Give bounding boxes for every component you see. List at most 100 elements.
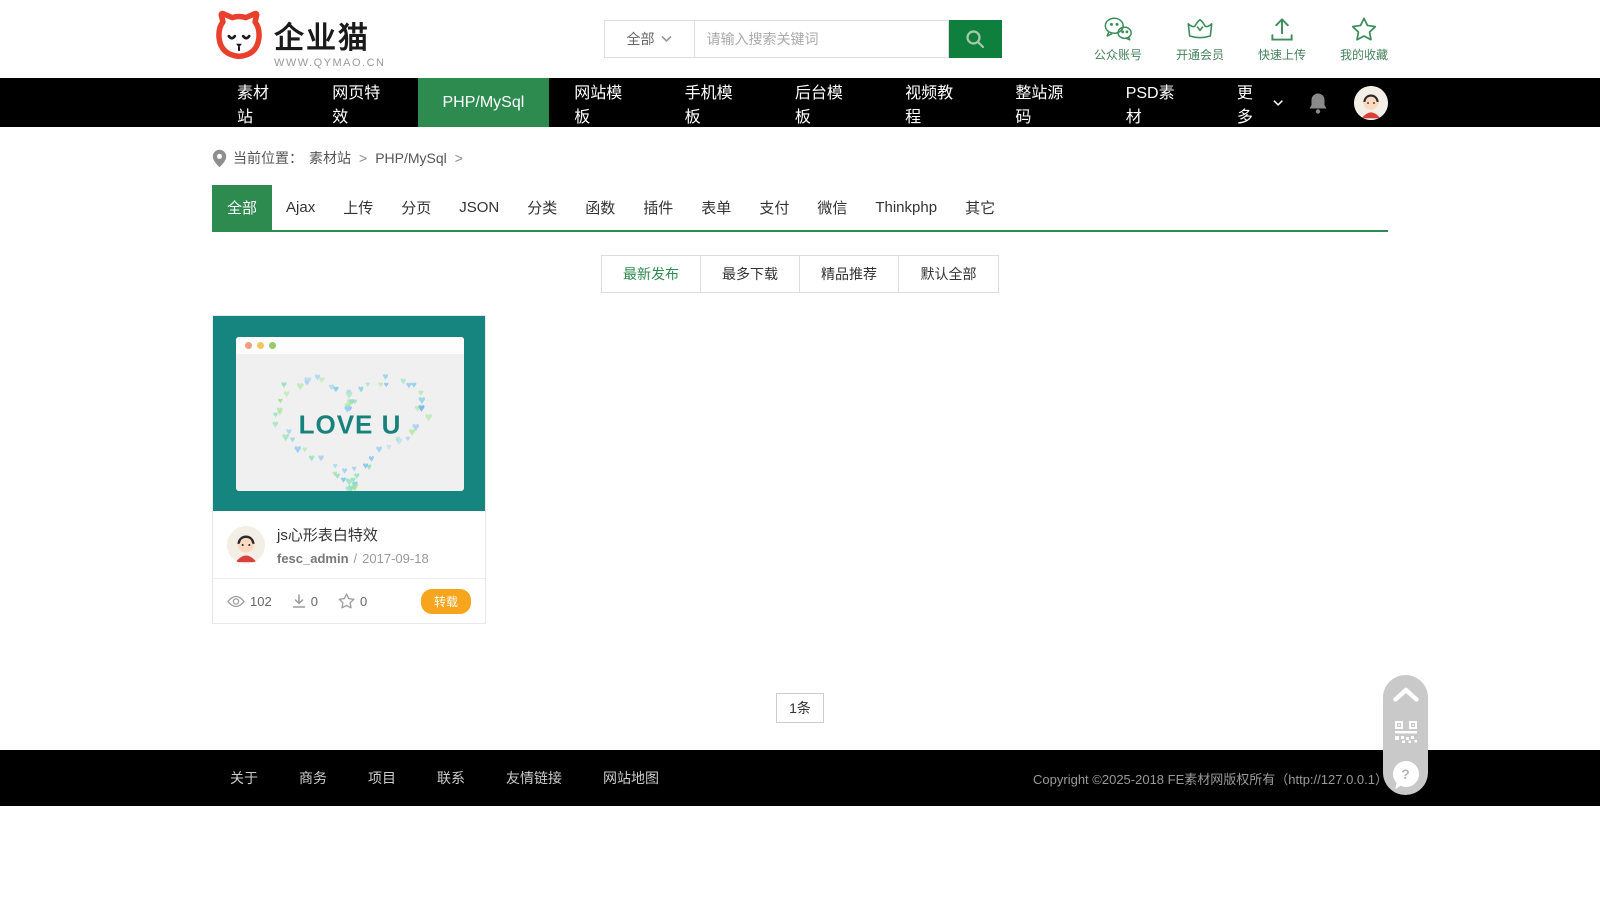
search-bar: 全部 xyxy=(604,20,1002,58)
sort-newest-button[interactable]: 最新发布 xyxy=(602,256,701,292)
search-category-select[interactable]: 全部 xyxy=(604,20,694,58)
tab-ajax[interactable]: Ajax xyxy=(272,185,329,230)
floating-toolbar: ? xyxy=(1383,675,1428,795)
search-category-value: 全部 xyxy=(627,29,655,49)
tab-paging[interactable]: 分页 xyxy=(387,185,445,230)
nav-item-material[interactable]: 素材站 xyxy=(212,78,307,127)
views-count: 102 xyxy=(250,594,272,609)
tab-function[interactable]: 函数 xyxy=(571,185,629,230)
tab-json[interactable]: JSON xyxy=(445,185,513,230)
footer-links: 关于 商务 项目 联系 友情链接 网站地图 xyxy=(230,768,659,788)
repost-badge: 转载 xyxy=(421,589,471,614)
nav-item-more[interactable]: 更多 xyxy=(1212,78,1308,127)
eye-icon xyxy=(227,595,245,608)
nav-item-psd[interactable]: PSD素材 xyxy=(1101,78,1212,127)
breadcrumb: 当前位置： 素材站 > PHP/MySql > xyxy=(212,148,1388,168)
star-outline-icon xyxy=(338,593,355,609)
footer-link-sitemap[interactable]: 网站地图 xyxy=(603,768,659,788)
cat-logo-icon xyxy=(212,10,266,69)
site-logo[interactable]: 企业猫 WWW.QYMAO.CN xyxy=(212,10,386,69)
top-header: 企业猫 WWW.QYMAO.CN 全部 公众账号 xyxy=(0,0,1600,78)
mockup-dot-green xyxy=(269,342,276,349)
sort-default-button[interactable]: 默认全部 xyxy=(899,256,998,292)
public-account-link[interactable]: 公众账号 xyxy=(1094,16,1142,63)
qr-code-icon[interactable] xyxy=(1394,720,1418,744)
breadcrumb-link-php-mysql[interactable]: PHP/MySql xyxy=(375,150,447,166)
nav-item-admin-templates[interactable]: 后台模板 xyxy=(770,78,880,127)
open-vip-link[interactable]: 开通会员 xyxy=(1176,16,1224,63)
public-account-label: 公众账号 xyxy=(1094,46,1142,63)
search-input[interactable] xyxy=(694,20,949,58)
tab-plugin[interactable]: 插件 xyxy=(629,185,687,230)
footer-link-friendly-links[interactable]: 友情链接 xyxy=(506,768,562,788)
header-actions: 公众账号 开通会员 快速上传 我的收藏 xyxy=(1094,16,1388,63)
card-author[interactable]: fesc_admin xyxy=(277,551,349,566)
brand-name: 企业猫 xyxy=(274,24,386,54)
material-card[interactable]: LOVE U ♥♥♥♥♥♥♥♥♥♥♥♥♥♥♥♥♥♥♥♥♥♥♥♥♥♥♥♥♥♥♥♥♥… xyxy=(212,315,486,624)
copyright-text: Copyright ©2025-2018 FE素材网版权所有（http://12… xyxy=(1033,769,1388,788)
downloads-count: 0 xyxy=(311,594,318,609)
my-favorites-link[interactable]: 我的收藏 xyxy=(1340,16,1388,63)
sort-most-downloaded-button[interactable]: 最多下载 xyxy=(701,256,800,292)
breadcrumb-link-material[interactable]: 素材站 xyxy=(309,148,351,168)
card-title[interactable]: js心形表白特效 xyxy=(277,524,429,545)
chevron-down-icon xyxy=(661,35,672,43)
pagination: 1条 xyxy=(212,693,1388,723)
total-count-box[interactable]: 1条 xyxy=(776,693,824,723)
sort-row: 最新发布 最多下载 精品推荐 默认全部 xyxy=(212,255,1388,293)
footer-link-business[interactable]: 商务 xyxy=(299,768,327,788)
mockup-dot-yellow xyxy=(257,342,264,349)
card-date: 2017-09-18 xyxy=(362,551,429,566)
download-icon xyxy=(292,594,306,608)
location-pin-icon xyxy=(212,149,227,168)
tab-all[interactable]: 全部 xyxy=(212,185,272,230)
brand-domain: WWW.QYMAO.CN xyxy=(274,58,386,69)
nav-item-mobile-templates[interactable]: 手机模板 xyxy=(660,78,770,127)
nav-item-php-mysql[interactable]: PHP/MySql xyxy=(418,78,550,127)
author-avatar[interactable] xyxy=(227,526,265,564)
nav-item-video-tutorials[interactable]: 视频教程 xyxy=(880,78,990,127)
my-favorites-label: 我的收藏 xyxy=(1340,46,1388,63)
help-question-mark: ? xyxy=(1401,766,1410,782)
category-tab-bar: 全部 Ajax 上传 分页 JSON 分类 函数 插件 表单 支付 微信 Thi… xyxy=(212,185,1388,232)
mockup-dot-red xyxy=(245,342,252,349)
notification-bell-icon[interactable] xyxy=(1308,92,1328,114)
favorites-count: 0 xyxy=(360,594,367,609)
love-text: LOVE U xyxy=(299,410,402,441)
main-nav: 素材站 网页特效 PHP/MySql 网站模板 手机模板 后台模板 视频教程 整… xyxy=(0,78,1600,127)
nav-item-site-templates[interactable]: 网站模板 xyxy=(549,78,659,127)
hearts-art: LOVE U ♥♥♥♥♥♥♥♥♥♥♥♥♥♥♥♥♥♥♥♥♥♥♥♥♥♥♥♥♥♥♥♥♥… xyxy=(236,354,464,491)
card-thumbnail[interactable]: LOVE U ♥♥♥♥♥♥♥♥♥♥♥♥♥♥♥♥♥♥♥♥♥♥♥♥♥♥♥♥♥♥♥♥♥… xyxy=(213,316,485,511)
tab-form[interactable]: 表单 xyxy=(687,185,745,230)
open-vip-label: 开通会员 xyxy=(1176,46,1224,63)
tab-thinkphp[interactable]: Thinkphp xyxy=(861,185,951,230)
result-grid: LOVE U ♥♥♥♥♥♥♥♥♥♥♥♥♥♥♥♥♥♥♥♥♥♥♥♥♥♥♥♥♥♥♥♥♥… xyxy=(212,315,1388,624)
chevron-down-icon xyxy=(1273,99,1283,107)
tab-wechat[interactable]: 微信 xyxy=(803,185,861,230)
favorites-stat[interactable]: 0 xyxy=(338,593,367,609)
quick-upload-link[interactable]: 快速上传 xyxy=(1258,16,1306,63)
tab-category[interactable]: 分类 xyxy=(513,185,571,230)
tab-upload[interactable]: 上传 xyxy=(329,185,387,230)
browser-mockup: LOVE U ♥♥♥♥♥♥♥♥♥♥♥♥♥♥♥♥♥♥♥♥♥♥♥♥♥♥♥♥♥♥♥♥♥… xyxy=(236,337,464,491)
card-stats: 102 0 0 转载 xyxy=(213,578,485,623)
downloads-stat: 0 xyxy=(292,594,318,609)
footer-link-projects[interactable]: 项目 xyxy=(368,768,396,788)
tab-payment[interactable]: 支付 xyxy=(745,185,803,230)
sort-featured-button[interactable]: 精品推荐 xyxy=(800,256,899,292)
back-to-top-icon[interactable] xyxy=(1393,687,1419,702)
breadcrumb-label: 当前位置： xyxy=(233,148,303,168)
help-button[interactable]: ? xyxy=(1393,761,1419,787)
crown-icon xyxy=(1185,16,1215,42)
footer-link-contact[interactable]: 联系 xyxy=(437,768,465,788)
nav-item-web-effects[interactable]: 网页特效 xyxy=(307,78,417,127)
date-separator: / xyxy=(354,551,358,566)
search-button[interactable] xyxy=(949,20,1002,58)
footer-link-about[interactable]: 关于 xyxy=(230,768,258,788)
user-avatar[interactable] xyxy=(1354,86,1388,120)
nav-item-full-source[interactable]: 整站源码 xyxy=(990,78,1100,127)
search-icon xyxy=(964,28,986,50)
upload-icon xyxy=(1268,16,1296,42)
wechat-icon xyxy=(1103,16,1133,42)
tab-other[interactable]: 其它 xyxy=(951,185,1009,230)
